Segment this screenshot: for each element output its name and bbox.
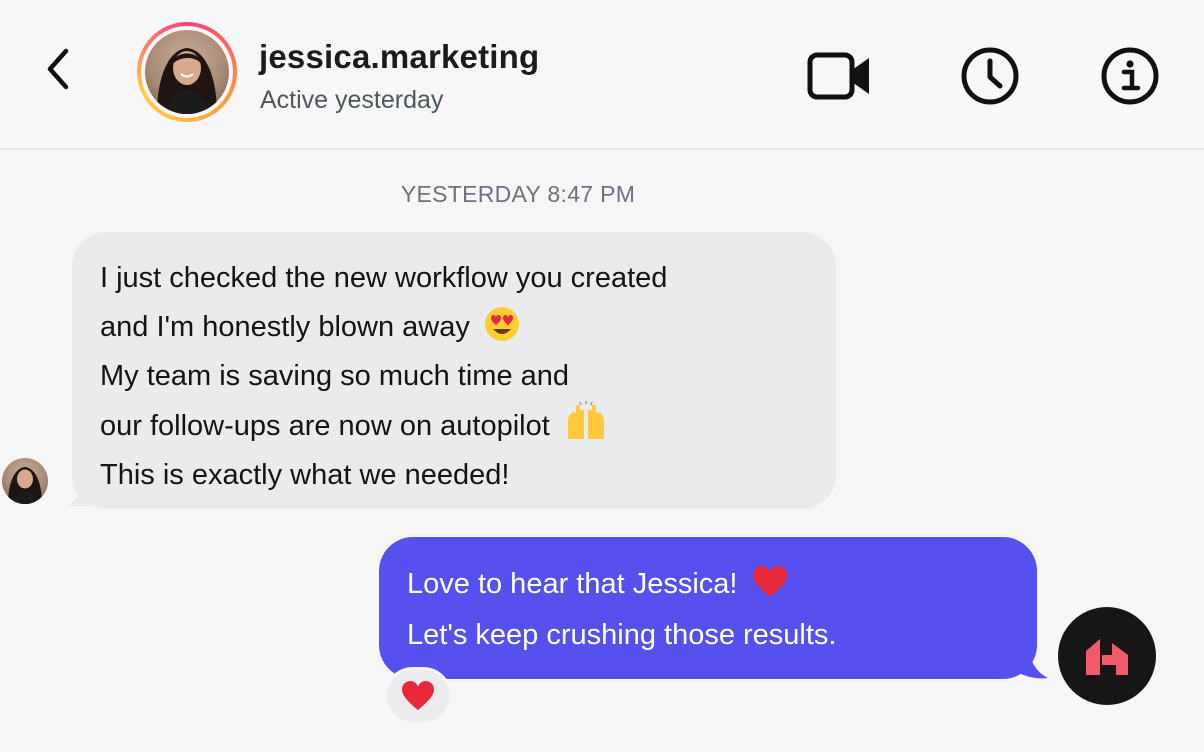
- vanish-mode-button[interactable]: [956, 46, 1024, 106]
- avatar-photo: [145, 30, 229, 114]
- video-call-button[interactable]: [806, 46, 874, 106]
- outgoing-message-bubble[interactable]: Love to hear that Jessica! Let's keep cr…: [379, 537, 1037, 679]
- chat-username[interactable]: jessica.marketing: [259, 38, 539, 76]
- message-line: Let's keep crushing those results.: [407, 619, 837, 651]
- chat-header: jessica.marketing Active yesterday: [0, 0, 1204, 150]
- message-reaction[interactable]: [384, 667, 452, 725]
- message-line: I just checked the new workflow you crea…: [100, 262, 668, 294]
- heart-eyes-emoji-icon: [484, 307, 519, 341]
- incoming-message-bubble[interactable]: I just checked the new workflow you crea…: [72, 232, 836, 509]
- info-button[interactable]: [1096, 46, 1164, 106]
- message-line: Love to hear that Jessica!: [407, 559, 1009, 610]
- sender-avatar[interactable]: [2, 458, 48, 504]
- video-camera-icon: [807, 52, 869, 100]
- house-logo-icon: [1086, 639, 1128, 675]
- clock-icon: [961, 47, 1019, 105]
- raised-hands-emoji-icon: [567, 401, 604, 439]
- back-chevron-icon: [47, 48, 69, 90]
- info-icon: [1101, 47, 1159, 105]
- message-line: and I'm honestly blown away: [100, 303, 808, 352]
- message-line: This is exactly what we needed!: [100, 459, 510, 491]
- red-heart-emoji-icon: [752, 566, 787, 597]
- profile-avatar[interactable]: [137, 22, 237, 122]
- brand-logo: [1058, 607, 1156, 705]
- activity-status: Active yesterday: [260, 86, 444, 114]
- dm-chat-screen: jessica.marketing Active yesterday YESTE…: [0, 0, 1204, 752]
- red-heart-emoji-icon: [402, 680, 434, 711]
- message-line: our follow-ups are now on autopilot: [100, 401, 808, 451]
- message-line: My team is saving so much time and: [100, 360, 570, 392]
- back-button[interactable]: [36, 44, 80, 94]
- message-timestamp: YESTERDAY 8:47 PM: [400, 181, 636, 207]
